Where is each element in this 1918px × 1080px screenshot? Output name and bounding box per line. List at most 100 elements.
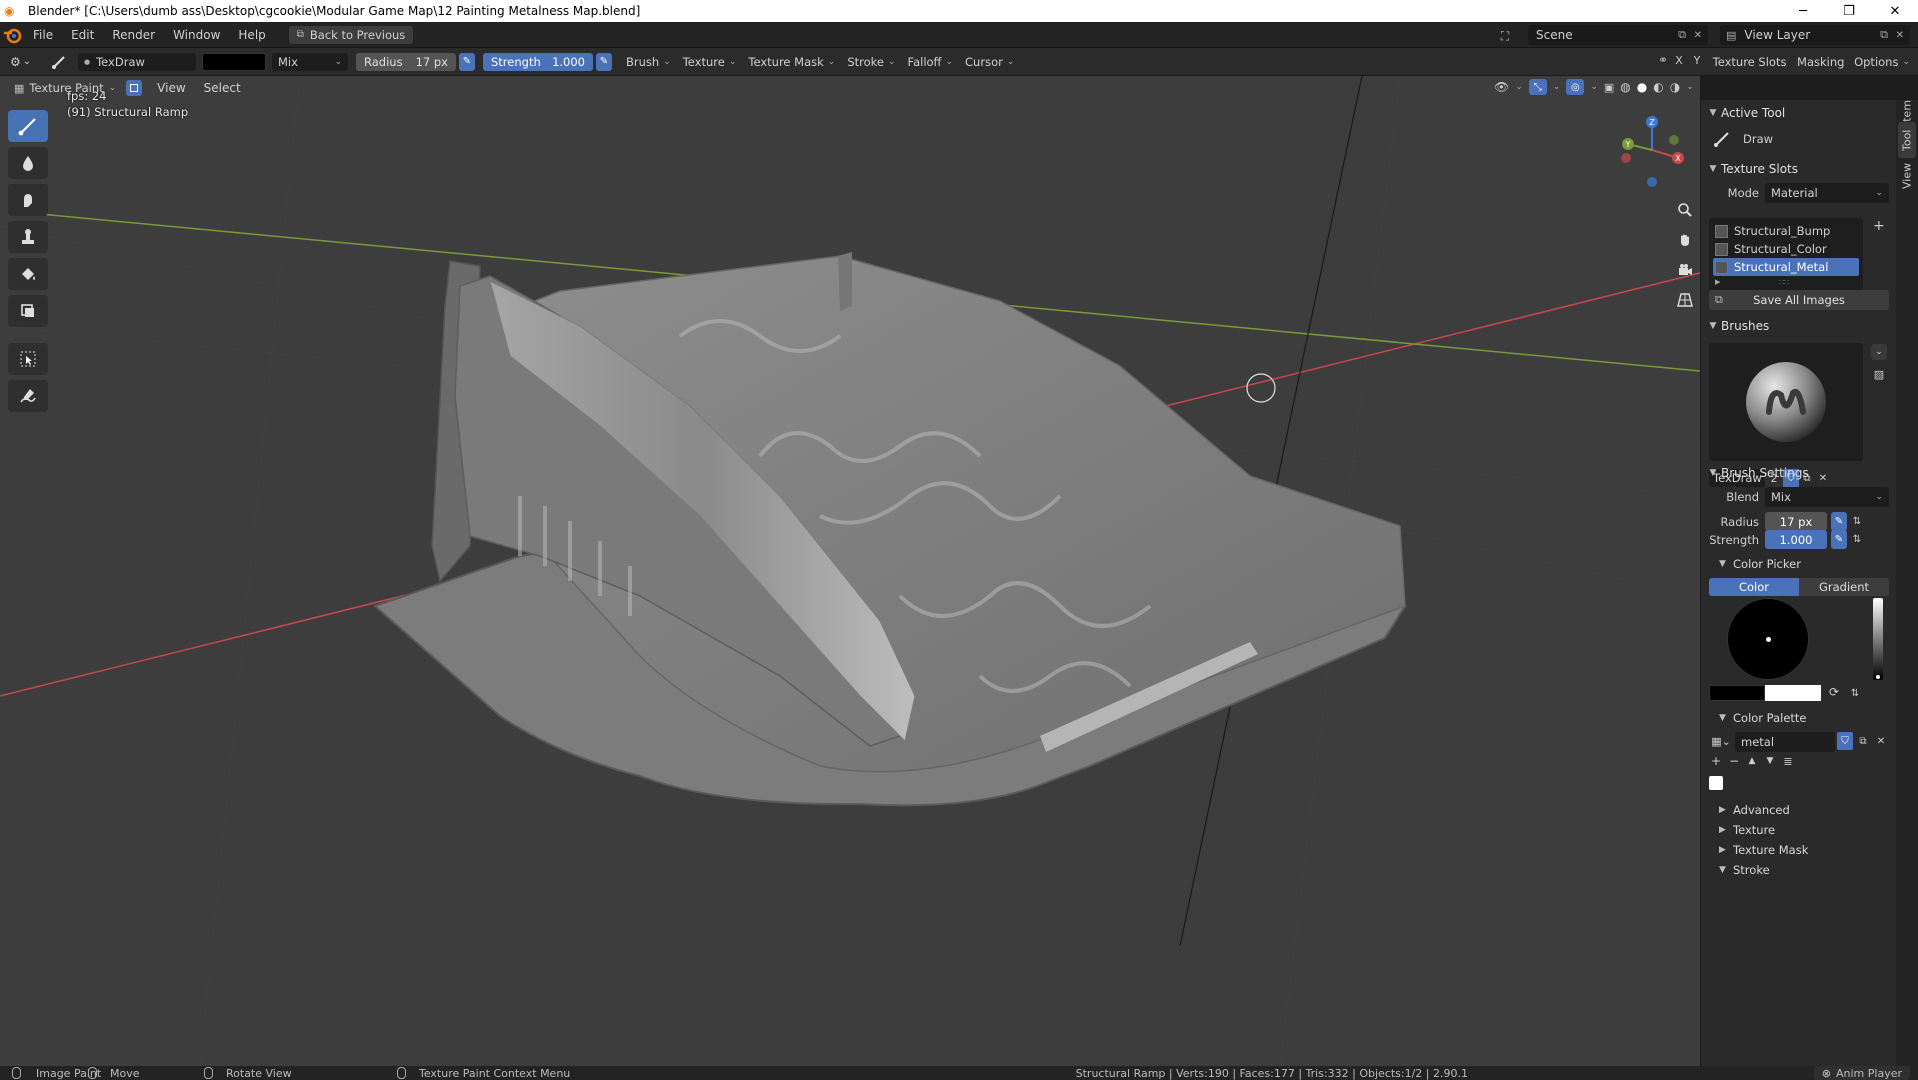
texture-slot-item[interactable]: Structural_Color (1713, 240, 1859, 258)
menu-edit[interactable]: Edit (62, 22, 103, 48)
mask-tool[interactable] (8, 295, 48, 327)
radius-field[interactable]: 17 px (1765, 512, 1827, 531)
scene-delete-icon[interactable]: ✕ (1694, 30, 1702, 41)
view-layer-field[interactable]: ▤ View Layer ⧉ ✕ (1720, 25, 1910, 45)
move-down-icon[interactable]: ▼ (1763, 754, 1777, 768)
solid-shading-icon[interactable]: ● (1637, 80, 1647, 94)
tab-tool[interactable]: Tool (1898, 122, 1916, 158)
close-button[interactable]: ✕ (1872, 0, 1918, 22)
palette-browse-icon[interactable]: ▦⌄ (1709, 732, 1733, 750)
fill-tool[interactable] (8, 258, 48, 290)
menu-help[interactable]: Help (229, 22, 274, 48)
view-layer-copy-icon[interactable]: ⧉ (1880, 28, 1888, 42)
material-shading-icon[interactable]: ◐ (1653, 80, 1663, 94)
mirror-x-toggle[interactable]: X (1672, 54, 1686, 67)
texture-slot-item[interactable]: Structural_Bump (1713, 222, 1859, 240)
texture-mask-menu[interactable]: Texture Mask ⌄ (742, 52, 842, 71)
strength-pressure-icon[interactable]: ✎ (596, 52, 612, 71)
smear-tool[interactable] (8, 184, 48, 216)
draw-tool[interactable] (8, 110, 48, 142)
camera-view-icon[interactable] (1672, 257, 1698, 283)
brush-image-icon[interactable]: ▨ (1871, 366, 1887, 382)
blend-mode-dropdown[interactable]: Mix ⌄ (272, 52, 348, 71)
texture-slots-header[interactable]: ▼ Texture Slots (1705, 158, 1893, 180)
value-slider[interactable] (1873, 598, 1883, 680)
soften-tool[interactable] (8, 147, 48, 179)
tab-view[interactable]: View (1898, 158, 1916, 194)
palette-fake-user-icon[interactable]: ⛉ (1837, 732, 1853, 750)
sort-colors-icon[interactable]: ≣ (1781, 754, 1795, 768)
zoom-icon[interactable] (1672, 197, 1698, 223)
active-tool-header[interactable]: ▼ Active Tool (1705, 102, 1893, 124)
menu-render[interactable]: Render (103, 22, 164, 48)
wireframe-shading-icon[interactable]: ◍ (1620, 80, 1630, 94)
rendered-shading-icon[interactable]: ◑ (1670, 80, 1680, 94)
color-wheel[interactable] (1727, 598, 1809, 680)
perspective-grid-icon[interactable] (1672, 287, 1698, 313)
texture-menu[interactable]: Texture ⌄ (676, 52, 743, 71)
brush-name-field[interactable]: ● TexDraw (78, 52, 196, 71)
radius-pressure-icon[interactable]: ✎ (1831, 512, 1847, 531)
save-all-images-button[interactable]: ⧉ Save All Images (1709, 290, 1889, 310)
structural-ramp-model[interactable] (373, 252, 1407, 807)
brush-preview-thumbnail[interactable] (1709, 343, 1863, 461)
menu-file[interactable]: File (24, 22, 62, 48)
texture-mask-section-header[interactable]: ▶ Texture Mask (1719, 840, 1808, 860)
list-expand-icon[interactable]: ▶ (1715, 278, 1720, 286)
back-to-previous-button[interactable]: ⧉ Back to Previous (288, 25, 414, 44)
strength-curve-icon[interactable]: ⇅ (1849, 530, 1865, 549)
texture-slot-item-active[interactable]: Structural_Metal (1713, 258, 1859, 276)
brush-icon[interactable] (48, 53, 70, 71)
view-menu[interactable]: View (148, 76, 194, 100)
color-palette-header[interactable]: ▼ Color Palette (1719, 708, 1807, 728)
paint-mask-toggle[interactable] (126, 80, 143, 96)
options-menu[interactable]: Options ⌄ (1848, 53, 1916, 71)
brush-menu[interactable]: Brush ⌄ (620, 52, 677, 71)
view-layer-delete-icon[interactable]: ✕ (1896, 30, 1904, 41)
falloff-menu[interactable]: Falloff ⌄ (901, 52, 960, 71)
blender-menu-icon[interactable] (2, 24, 24, 46)
scene-copy-icon[interactable]: ⧉ (1678, 28, 1686, 42)
texture-slots-menu[interactable]: Texture Slots⌄ (1706, 53, 1804, 71)
mirror-y-toggle[interactable]: Y (1690, 54, 1704, 67)
cursor-menu[interactable]: Cursor ⌄ (959, 52, 1021, 71)
scene-field[interactable]: Scene ⧉ ✕ (1528, 25, 1708, 45)
strength-field[interactable]: 1.000 (1765, 530, 1827, 549)
texture-section-header[interactable]: ▶ Texture (1719, 820, 1775, 840)
active-tool-row[interactable]: Draw (1713, 128, 1773, 150)
tab-gradient[interactable]: Gradient (1799, 578, 1889, 596)
secondary-color-swatch[interactable] (1765, 685, 1821, 701)
add-slot-icon[interactable]: + (1873, 218, 1885, 234)
add-color-icon[interactable]: + (1709, 754, 1723, 768)
annotate-tool[interactable] (8, 380, 48, 412)
palette-duplicate-icon[interactable]: ⧉ (1855, 732, 1871, 750)
remove-color-icon[interactable]: − (1727, 754, 1741, 768)
blend-dropdown[interactable]: Mix ⌄ (1765, 487, 1889, 507)
mode-dropdown[interactable]: ▦ Texture Paint ⌄ (10, 79, 120, 97)
swap-colors-icon[interactable]: ⟳ (1829, 685, 1839, 699)
chevron-down-icon[interactable]: ⌄ (1686, 82, 1694, 92)
strength-slider[interactable]: Strength 1.000 (483, 52, 593, 71)
menu-window[interactable]: Window (164, 22, 229, 48)
radius-pressure-icon[interactable]: ✎ (459, 52, 475, 71)
chevron-down-icon[interactable]: ⌄ (1590, 82, 1598, 92)
chevron-down-icon[interactable]: ⌄ (1553, 82, 1561, 92)
texture-mode-dropdown[interactable]: Material ⌄ (1765, 183, 1889, 203)
palette-unlink-icon[interactable]: ✕ (1873, 732, 1889, 750)
strength-pressure-icon[interactable]: ✎ (1831, 530, 1847, 549)
box-select-tool[interactable] (8, 343, 48, 375)
brush-settings-header[interactable]: ▼ Brush Settings (1705, 462, 1893, 484)
axis-gizmo[interactable]: Z X Y (1612, 110, 1692, 190)
brush-list-dropdown-icon[interactable]: ⌄ (1871, 344, 1887, 360)
maximize-button[interactable]: ❐ (1826, 0, 1872, 22)
overlay-toggle-icon[interactable]: ◎ (1566, 79, 1585, 95)
minimize-button[interactable]: ─ (1780, 0, 1826, 22)
anim-player-button[interactable]: ⊗ Anim Player (1813, 1066, 1910, 1080)
pan-hand-icon[interactable] (1672, 227, 1698, 253)
stroke-menu[interactable]: Stroke ⌄ (841, 52, 902, 71)
advanced-section-header[interactable]: ▶ Advanced (1719, 800, 1790, 820)
palette-name-field[interactable]: metal (1735, 732, 1835, 752)
brushes-header[interactable]: ▼ Brushes (1705, 315, 1893, 337)
primary-color-swatch[interactable] (1709, 685, 1765, 701)
radius-unit-icon[interactable]: ⇅ (1849, 512, 1865, 531)
